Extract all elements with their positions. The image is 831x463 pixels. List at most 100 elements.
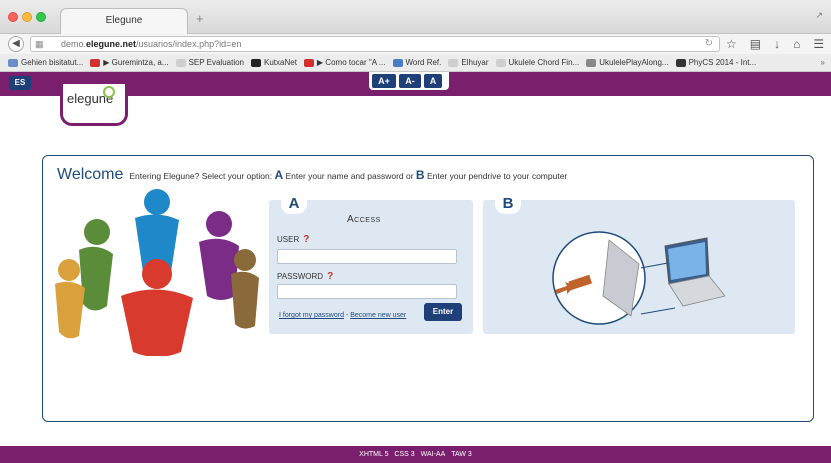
account-links: I forgot my password - Become new user	[279, 312, 406, 319]
bookmark-item[interactable]: Ukulele Chord Fin...	[495, 58, 580, 67]
browser-titlebar: Elegune + ↗	[0, 0, 831, 34]
bookmark-label: ▶ Como tocar "A ...	[316, 58, 386, 67]
bookmark-label: Gehien bisitatut...	[21, 58, 84, 67]
enter-button[interactable]: Enter	[424, 303, 462, 321]
bookmark-item[interactable]: Elhuyar	[448, 58, 489, 67]
bookmark-label: Ukulele Chord Fin...	[508, 58, 580, 67]
password-help-icon[interactable]: ?	[327, 271, 333, 282]
url-domain: elegune.net	[86, 39, 137, 49]
bookmark-item[interactable]: UkulelePlayAlong...	[586, 58, 669, 67]
bookmark-favicon-icon	[495, 58, 506, 67]
pendrive-laptop-illustration	[552, 231, 726, 325]
bookmarks-bar: Gehien bisitatut... ▶ Guremintza, a... SEP…	[0, 54, 831, 72]
fullscreen-icon[interactable]: ↗	[815, 10, 823, 21]
bookmark-item[interactable]: PhyCS 2014 - Int...	[675, 58, 757, 67]
person-figure-front	[121, 259, 193, 356]
instructions-part-3: Enter your pendrive to your computer	[424, 171, 568, 181]
bookmark-item[interactable]: Word Ref.	[392, 58, 442, 67]
bookmark-favicon-icon	[448, 58, 459, 67]
forgot-password-link[interactable]: I forgot my password	[279, 312, 344, 319]
bookmark-item[interactable]: ▶ Guremintza, a...	[90, 58, 169, 67]
password-label-text: Password	[277, 272, 324, 281]
reload-icon[interactable]: ↻	[705, 37, 713, 51]
community-illustration	[55, 189, 259, 356]
login-box: A Access User? Password? I forgot my pas…	[269, 194, 473, 334]
back-button[interactable]: ◀	[8, 36, 24, 52]
url-prefix: demo.	[61, 39, 87, 49]
site-info-icon[interactable]: ▦	[35, 37, 44, 51]
person-figure-far-left	[55, 259, 85, 339]
bookmark-label: PhyCS 2014 - Int...	[688, 58, 757, 67]
welcome-header: Welcome Entering Elegune? Select your op…	[57, 166, 567, 184]
zoom-window-button[interactable]	[36, 12, 46, 22]
url-path: /usuarios/index.php?id=en	[136, 39, 242, 49]
bookmark-item[interactable]: ▶ Como tocar "A ...	[303, 58, 386, 67]
bookmarks-overflow-icon[interactable]: »	[821, 58, 825, 67]
user-help-icon[interactable]: ?	[303, 234, 309, 245]
browser-tab[interactable]: Elegune	[60, 8, 188, 34]
footer-link-css[interactable]: CSS 3	[394, 451, 414, 458]
bookmark-favicon-icon	[586, 58, 597, 67]
option-b-marker: B	[415, 168, 425, 182]
pendrive-box[interactable]: B	[483, 194, 795, 334]
bookmark-label: SEP Evaluation	[188, 58, 245, 67]
pendrive-option-badge: B	[495, 194, 521, 214]
bookmark-favicon-icon	[90, 58, 101, 67]
home-icon[interactable]: ⌂	[793, 37, 800, 51]
bookmark-label: ▶ Guremintza, a...	[103, 58, 169, 67]
user-label-text: User	[277, 235, 300, 244]
user-label: User?	[277, 234, 309, 245]
bookmark-favicon-icon	[675, 58, 686, 67]
password-input[interactable]	[277, 284, 457, 299]
site-logo[interactable]: elegune	[60, 84, 128, 126]
bookmark-favicon-icon	[175, 58, 186, 67]
site-footer: XHTML 5 CSS 3 WAI-AA TAW 3	[0, 446, 831, 463]
bookmark-favicon-icon	[392, 58, 403, 67]
language-button[interactable]: ES	[9, 76, 31, 90]
new-tab-button[interactable]: +	[196, 12, 204, 26]
close-window-button[interactable]	[8, 12, 18, 22]
become-new-user-link[interactable]: Become new user	[350, 312, 406, 319]
person-figure-far-right	[231, 249, 259, 329]
logo-mark-icon	[103, 86, 115, 98]
instructions-part-2: Enter your name and password or	[283, 171, 416, 181]
bookmark-label: Elhuyar	[461, 58, 489, 67]
minimize-window-button[interactable]	[22, 12, 32, 22]
font-increase-button[interactable]: A+	[372, 74, 396, 88]
welcome-instructions: Entering Elegune? Select your option: A …	[129, 168, 567, 182]
welcome-title: Welcome	[57, 166, 124, 183]
user-input[interactable]	[277, 249, 457, 264]
bookmark-item[interactable]: SEP Evaluation	[175, 58, 245, 67]
zoom-line-bottom	[640, 307, 676, 315]
tab-title: Elegune	[105, 15, 143, 26]
welcome-panel: Welcome Entering Elegune? Select your op…	[42, 155, 814, 422]
bookmark-star-icon[interactable]: ☆	[726, 37, 737, 51]
access-heading: Access	[347, 214, 381, 225]
bookmark-item[interactable]: KutxaNet	[251, 58, 297, 67]
bookmark-favicon-icon	[251, 58, 262, 67]
reading-list-icon[interactable]: ▤	[750, 37, 761, 51]
footer-link-taw[interactable]: TAW 3	[451, 451, 472, 458]
bookmark-label: UkulelePlayAlong...	[599, 58, 669, 67]
bookmark-favicon-icon	[303, 58, 314, 67]
laptop-icon	[664, 237, 726, 307]
login-option-badge: A	[281, 194, 307, 214]
option-a-marker: A	[274, 168, 284, 182]
bookmark-label: Word Ref.	[405, 58, 442, 67]
font-reset-button[interactable]: A	[424, 74, 442, 88]
download-icon[interactable]: ↓	[774, 37, 780, 51]
bookmark-favicon-icon	[8, 58, 18, 67]
bookmark-item[interactable]: Gehien bisitatut...	[8, 58, 83, 67]
footer-link-xhtml[interactable]: XHTML 5	[359, 451, 388, 458]
menu-icon[interactable]: ☰	[813, 37, 824, 51]
person-figure-left	[79, 219, 113, 311]
navigation-bar: ◀ ▦ demo.elegune.net/usuarios/index.php?…	[0, 34, 831, 54]
browser-toolbar: ☆ ▤ ↓ ⌂ ☰	[726, 36, 826, 52]
font-size-controls: A+ A- A	[369, 72, 449, 90]
bookmark-label: KutxaNet	[264, 58, 297, 67]
password-label: Password?	[277, 271, 333, 282]
font-decrease-button[interactable]: A-	[399, 74, 421, 88]
address-bar[interactable]: ▦ demo.elegune.net/usuarios/index.php?id…	[30, 36, 720, 52]
instructions-part-1: Entering Elegune? Select your option:	[129, 171, 275, 181]
footer-link-wai[interactable]: WAI-AA	[421, 451, 446, 458]
